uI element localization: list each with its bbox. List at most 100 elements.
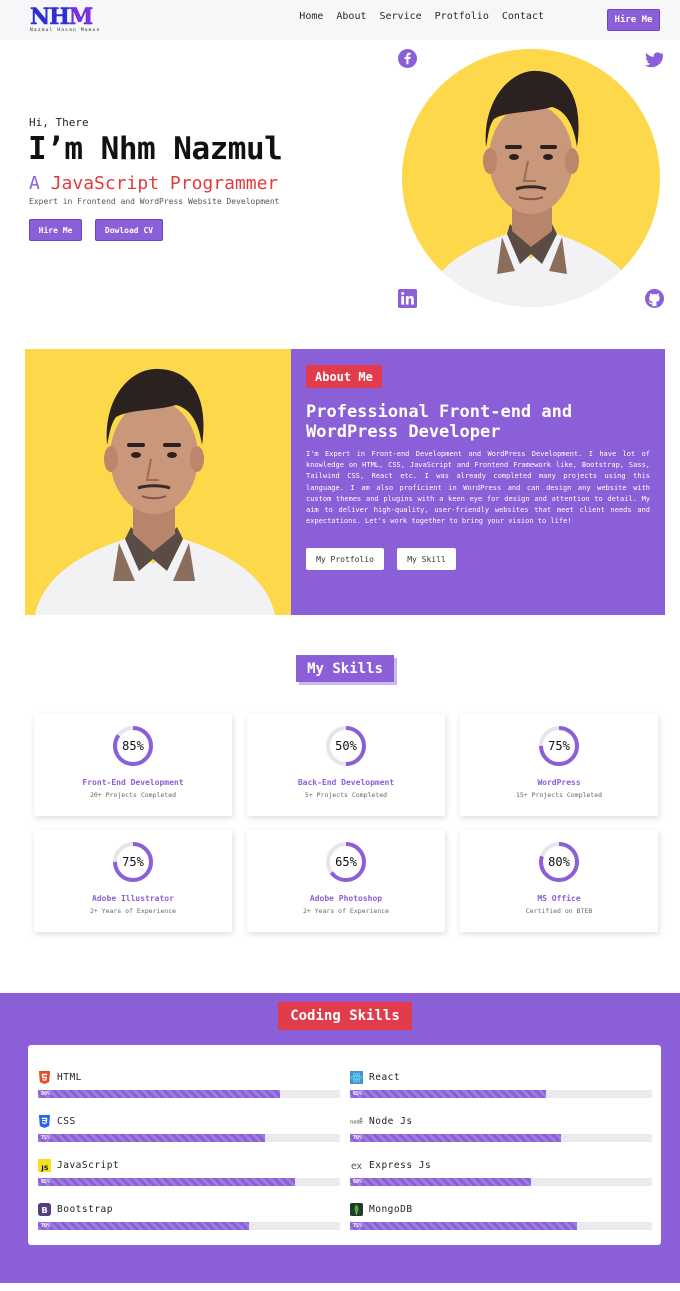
coding-skill-name: React: [369, 1072, 401, 1083]
coding-skill-fill: 70%: [38, 1222, 250, 1230]
hero-role-title: JavaScript Programmer: [50, 173, 279, 194]
skill-percent: 75%: [548, 739, 570, 753]
coding-skill-track: 80%: [38, 1090, 340, 1098]
my-portfolio-button[interactable]: My Protfolio: [306, 548, 384, 570]
coding-skills-panel: HTML 80% React 65% CSS 75% node Node Js 70% JS Jav…: [28, 1045, 661, 1245]
nodejs-icon: node: [350, 1117, 363, 1125]
skill-progress-ring: 50%: [324, 724, 368, 768]
nav-link-portfolio[interactable]: Protfolio: [435, 11, 489, 22]
coding-skill-item: JS JavaScript 85%: [38, 1159, 340, 1193]
coding-skill-name: CSS: [57, 1116, 76, 1127]
download-cv-button[interactable]: Dowload CV: [95, 219, 163, 241]
about-description: I'm Expert in Front-end Development and …: [306, 450, 650, 526]
my-skill-button[interactable]: My Skill: [397, 548, 456, 570]
facebook-icon[interactable]: [398, 49, 417, 68]
hero-hire-me-button[interactable]: Hire Me: [29, 219, 82, 241]
about-title: Professional Front-end and WordPress Dev…: [306, 402, 573, 442]
html5-icon: [38, 1071, 51, 1084]
skill-card: 85% Front-End Development 20+ Projects Com…: [34, 714, 232, 816]
react-icon: [350, 1071, 363, 1084]
coding-skill-name: MongoDB: [369, 1204, 413, 1215]
coding-skill-fill: 75%: [38, 1134, 265, 1142]
coding-skill-percent: 80%: [41, 1091, 51, 1097]
coding-skill-track: 70%: [38, 1222, 340, 1230]
skill-progress-ring: 85%: [111, 724, 155, 768]
svg-text:JS: JS: [40, 1164, 48, 1172]
skill-subtitle: 20+ Projects Completed: [89, 791, 177, 799]
coding-skill-fill: 80%: [38, 1090, 280, 1098]
about-badge: About Me: [306, 365, 382, 388]
coding-skill-percent: 75%: [41, 1135, 51, 1141]
twitter-icon[interactable]: [645, 50, 664, 69]
hero-role-article: A: [29, 173, 40, 194]
coding-skill-item: React 65%: [350, 1071, 652, 1105]
nav-link-about[interactable]: About: [336, 11, 366, 22]
skill-subtitle: 2+ Years of Experience: [302, 907, 390, 915]
skill-percent: 80%: [548, 855, 570, 869]
coding-skill-track: 60%: [350, 1178, 652, 1186]
svg-text:B: B: [41, 1205, 47, 1215]
skills-heading: My Skills: [296, 655, 394, 682]
bootstrap-icon: B: [38, 1203, 51, 1216]
coding-skill-fill: 75%: [350, 1222, 577, 1230]
skill-percent: 50%: [335, 739, 357, 753]
skill-title: MS Office: [537, 894, 581, 903]
about-profile-photo: [25, 349, 291, 615]
express-icon: ex: [351, 1161, 363, 1172]
hero-tagline: Expert in Frontend and WordPress Website…: [29, 197, 280, 206]
hero-name: I’m Nhm Nazmul: [28, 131, 283, 167]
skill-title: Front-End Development: [82, 778, 184, 787]
coding-skill-item: HTML 80%: [38, 1071, 340, 1105]
skill-title: Adobe Photoshop: [309, 894, 383, 903]
github-icon[interactable]: [645, 289, 664, 308]
nav-links: Home About Service Protfolio Contact: [299, 11, 544, 22]
coding-skill-track: 75%: [38, 1134, 340, 1142]
coding-skill-item: ex Express Js 60%: [350, 1159, 652, 1193]
coding-skill-track: 75%: [350, 1222, 652, 1230]
skill-percent: 75%: [122, 855, 144, 869]
coding-skill-fill: 65%: [350, 1090, 547, 1098]
coding-skill-percent: 85%: [41, 1179, 51, 1185]
about-content-panel: About Me Professional Front-end and Word…: [291, 349, 665, 615]
skill-subtitle: 2+ Years of Experience: [89, 907, 177, 915]
mongodb-icon: [350, 1203, 363, 1216]
site-logo[interactable]: NHM Nazmul Hasan Mamun: [30, 6, 112, 34]
nav-link-home[interactable]: Home: [299, 11, 323, 22]
coding-skills-section: Coding Skills HTML 80% React 65% CSS 75% node N…: [0, 993, 680, 1283]
logo-subtitle: Nazmul Hasan Mamun: [30, 28, 101, 33]
coding-skill-percent: 75%: [353, 1223, 363, 1229]
coding-skill-percent: 70%: [41, 1223, 51, 1229]
linkedin-icon[interactable]: [398, 289, 417, 308]
nav-link-service[interactable]: Service: [380, 11, 422, 22]
hero-profile-photo: [402, 49, 660, 307]
about-section: About Me Professional Front-end and Word…: [25, 349, 665, 615]
skill-card: 65% Adobe Photoshop 2+ Years of Experience: [247, 830, 445, 932]
coding-skill-item: node Node Js 70%: [350, 1115, 652, 1149]
skill-progress-ring: 80%: [537, 840, 581, 884]
coding-skill-name: Express Js: [369, 1160, 432, 1171]
coding-skill-name: Bootstrap: [57, 1204, 113, 1215]
coding-skill-fill: 70%: [350, 1134, 562, 1142]
skill-card: 75% Adobe Illustrator 2+ Years of Experien…: [34, 830, 232, 932]
nav-link-contact[interactable]: Contact: [502, 11, 544, 22]
skill-title: Back-End Development: [297, 778, 395, 787]
coding-skill-percent: 60%: [353, 1179, 363, 1185]
skill-card: 75% WordPress 15+ Projects Completed: [460, 714, 658, 816]
skill-card: 50% Back-End Development 5+ Projects Compl…: [247, 714, 445, 816]
navbar: NHM Nazmul Hasan Mamun Home About Servic…: [0, 0, 680, 40]
hero-greeting: Hi, There: [29, 116, 89, 129]
skill-subtitle: Certified on BTEB: [525, 907, 593, 915]
skill-percent: 85%: [122, 739, 144, 753]
svg-text:node: node: [350, 1119, 363, 1125]
nav-hire-me-button[interactable]: Hire Me: [607, 9, 660, 31]
coding-skill-fill: 85%: [38, 1178, 295, 1186]
coding-skill-percent: 65%: [353, 1091, 363, 1097]
coding-skills-heading: Coding Skills: [278, 1002, 412, 1030]
skill-subtitle: 5+ Projects Completed: [304, 791, 388, 799]
skill-progress-ring: 75%: [111, 840, 155, 884]
coding-skill-item: B Bootstrap 70%: [38, 1203, 340, 1237]
skill-subtitle: 15+ Projects Completed: [515, 791, 603, 799]
coding-skill-track: 85%: [38, 1178, 340, 1186]
skill-title: Adobe Illustrator: [92, 894, 174, 903]
coding-skill-item: CSS 75%: [38, 1115, 340, 1149]
